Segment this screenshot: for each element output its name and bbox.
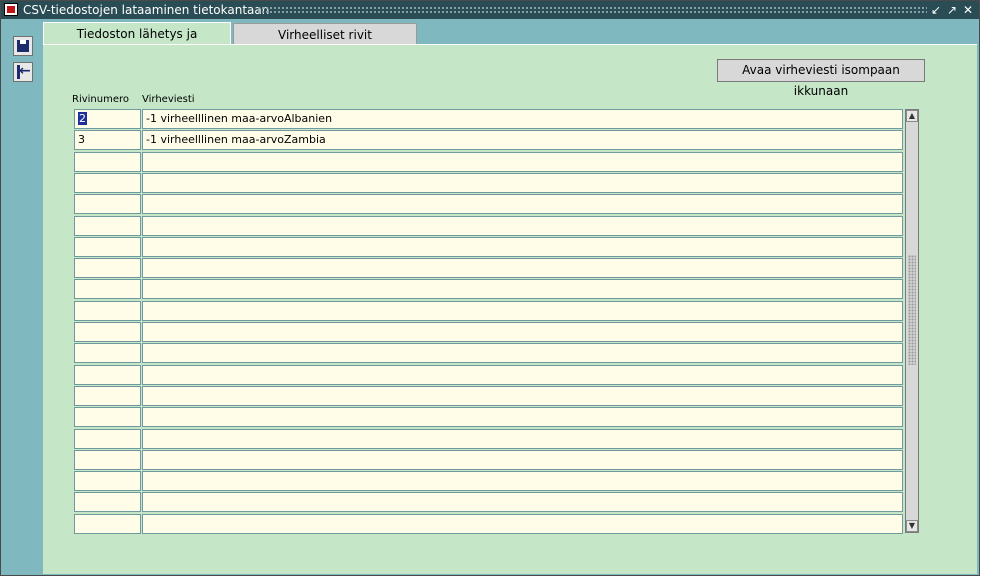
rownum-field[interactable] (74, 322, 141, 342)
scrollbar-grip[interactable] (908, 255, 916, 365)
app-window: CSV-tiedostojen lataaminen tietokantaan … (0, 0, 980, 576)
column-header-rownum: Rivinumero (72, 94, 130, 105)
column-header-message: Virheviesti (142, 94, 195, 105)
rownum-field[interactable] (74, 194, 141, 215)
message-field[interactable] (142, 343, 903, 364)
tab-error-rows[interactable]: Virheelliset rivit (233, 23, 417, 44)
message-field[interactable] (142, 151, 903, 172)
app-icon (4, 3, 18, 16)
rownum-field[interactable] (74, 428, 141, 449)
message-field[interactable] (142, 300, 903, 321)
rownum-field[interactable] (74, 300, 141, 321)
message-field[interactable] (142, 279, 903, 300)
table-scrollbar[interactable]: ▲ ▼ (905, 109, 919, 533)
message-field[interactable] (142, 471, 903, 492)
rownum-field[interactable] (74, 471, 141, 492)
minimize-icon[interactable]: ↙ (929, 1, 943, 19)
rownum-field[interactable] (74, 513, 141, 534)
message-field[interactable] (142, 364, 903, 385)
title-bar: CSV-tiedostojen lataaminen tietokantaan … (1, 1, 979, 19)
rownum-field[interactable] (74, 151, 141, 172)
message-field[interactable] (142, 215, 903, 236)
rownum-field[interactable] (74, 172, 141, 193)
window-title: CSV-tiedostojen lataaminen tietokantaan (23, 3, 270, 17)
message-field[interactable] (142, 492, 903, 513)
tab-file-upload[interactable]: Tiedoston lähetys ja lukeminen (43, 22, 231, 63)
open-message-button[interactable]: Avaa virheviesti isompaan ikkunaan (717, 59, 925, 98)
rownum-field[interactable] (74, 279, 141, 300)
rownum-field[interactable] (74, 407, 141, 428)
maximize-icon[interactable]: ↗ (945, 1, 959, 19)
rownum-field[interactable] (74, 492, 141, 513)
selected-text: 2 (78, 112, 87, 125)
title-bar-pattern (257, 6, 927, 14)
rownum-field[interactable]: 3 (74, 130, 141, 151)
message-field[interactable]: -1 virheelllinen maa-arvoZambia (142, 130, 903, 151)
message-field[interactable] (142, 322, 903, 342)
message-field[interactable] (142, 513, 903, 534)
tab-panel: Avaa virheviesti isompaan ikkunaan Rivin… (43, 44, 977, 574)
message-field[interactable] (142, 407, 903, 428)
message-field[interactable] (142, 172, 903, 193)
message-field[interactable] (142, 385, 903, 406)
rownum-field[interactable] (74, 364, 141, 385)
tab-strip: Tiedoston lähetys ja lukeminen Virheelli… (43, 21, 979, 63)
rownum-field[interactable] (74, 215, 141, 236)
message-field[interactable] (142, 236, 903, 257)
scroll-up-icon[interactable]: ▲ (906, 110, 918, 122)
save-icon[interactable] (13, 36, 33, 56)
rownum-field[interactable] (74, 236, 141, 257)
rownum-field[interactable]: 2 (74, 109, 141, 129)
message-field[interactable] (142, 258, 903, 279)
rownum-field[interactable] (74, 343, 141, 364)
message-field[interactable] (142, 194, 903, 215)
message-field[interactable]: -1 virheelllinen maa-arvoAlbanien (142, 109, 903, 129)
exit-icon[interactable] (13, 62, 33, 82)
rownum-field[interactable] (74, 385, 141, 406)
rownum-field[interactable] (74, 449, 141, 470)
close-icon[interactable]: ✕ (961, 1, 975, 19)
scroll-down-icon[interactable]: ▼ (906, 520, 918, 532)
message-field[interactable] (142, 428, 903, 449)
message-field[interactable] (142, 449, 903, 470)
rownum-field[interactable] (74, 258, 141, 279)
